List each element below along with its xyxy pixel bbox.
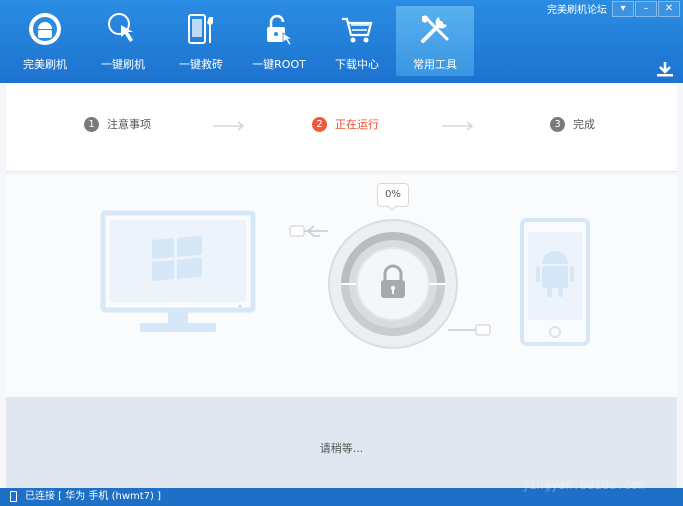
download-icon[interactable]: [655, 60, 675, 78]
computer-monitor-icon: [100, 210, 256, 332]
nav-item-root[interactable]: 一键ROOT: [240, 6, 318, 76]
arrow-right-icon: [213, 121, 245, 131]
unlock-icon: [267, 14, 294, 46]
nav-label: 下载中心: [335, 58, 379, 71]
nav-item-download-center[interactable]: 下载中心: [318, 6, 396, 76]
minimize-button[interactable]: –: [635, 1, 657, 17]
phone-icon: [10, 491, 17, 502]
touch-icon: [108, 13, 133, 42]
step-number: 1: [84, 116, 99, 132]
tools-icon: [421, 15, 449, 43]
step-notice: 1 注意事项: [84, 116, 151, 132]
nav-label: 一键ROOT: [252, 58, 306, 71]
android-icon: [29, 13, 61, 45]
arrow-right-icon: [442, 121, 474, 131]
wait-message: 请稍等...: [319, 442, 364, 455]
menu-button[interactable]: ▾: [612, 1, 634, 17]
phone-icon: [520, 218, 590, 346]
step-label: 正在运行: [335, 118, 379, 131]
bottom-panel: 请稍等...: [6, 397, 677, 488]
step-label: 完成: [573, 118, 595, 131]
nav-item-unbrick[interactable]: 一键救砖: [162, 6, 240, 76]
step-indicator: 1 注意事项 2 正在运行 3 完成: [6, 83, 677, 172]
progress-dial: [328, 219, 458, 349]
step-label: 注意事项: [107, 118, 151, 131]
step-running: 2 正在运行: [312, 116, 379, 132]
nav-item-perfect-flash[interactable]: 完美刷机: [6, 6, 84, 76]
repair-phone-icon: [188, 14, 213, 44]
step-number: 3: [550, 116, 565, 132]
connection-status: 已连接 [ 华为 手机 (hwmt7) ]: [25, 491, 162, 502]
step-done: 3 完成: [550, 116, 595, 132]
nav-label: 完美刷机: [23, 58, 67, 71]
nav-label: 一键救砖: [179, 58, 223, 71]
nav-label: 一键刷机: [101, 58, 145, 71]
top-toolbar: 完美刷机论坛 ▾ – ✕ 完美刷机 一键刷机 一键救砖 一键ROOT 下载中心 …: [0, 0, 683, 83]
main-nav: 完美刷机 一键刷机 一键救砖 一键ROOT 下载中心 常用工具: [6, 6, 474, 76]
nav-item-one-click-flash[interactable]: 一键刷机: [84, 6, 162, 76]
tooltip-pointer: [387, 205, 397, 211]
progress-percent: 0%: [377, 183, 409, 207]
step-number: 2: [312, 116, 327, 132]
nav-item-common-tools[interactable]: 常用工具: [396, 6, 474, 76]
close-button[interactable]: ✕: [658, 1, 680, 17]
watermark: jingyan.baidu.com: [522, 478, 645, 492]
forum-link[interactable]: 完美刷机论坛: [547, 1, 607, 16]
nav-label: 常用工具: [413, 58, 457, 71]
cart-icon: [342, 17, 373, 43]
